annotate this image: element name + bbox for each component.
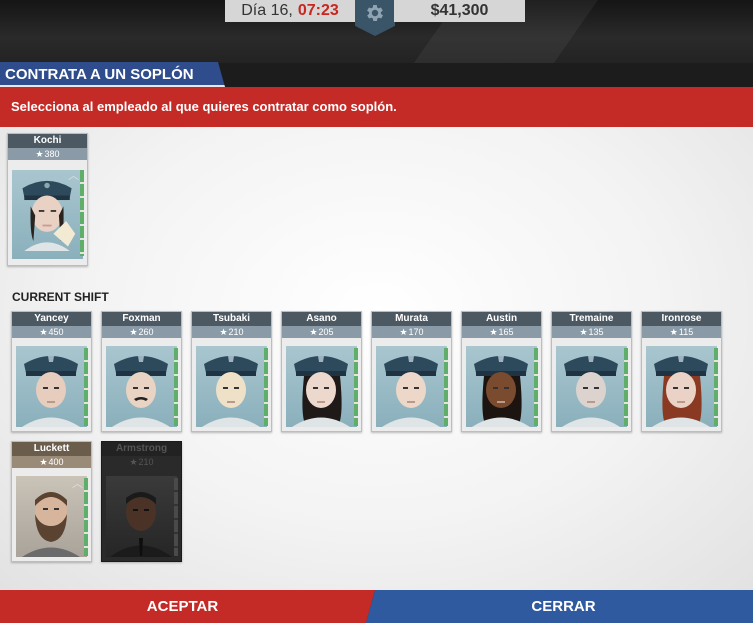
officer-stat-bar bbox=[354, 348, 358, 426]
officer-score: ★205 bbox=[282, 326, 361, 338]
officer-portrait bbox=[106, 346, 177, 427]
officer-card-tremaine[interactable]: Tremaine ★135 bbox=[551, 311, 632, 432]
officer-name: Luckett bbox=[12, 442, 91, 456]
officer-portrait bbox=[286, 346, 357, 427]
officer-avatar-icon bbox=[382, 356, 440, 427]
officer-stat-bar bbox=[174, 348, 178, 426]
officer-stat-bar bbox=[534, 348, 538, 426]
star-icon: ★ bbox=[489, 327, 498, 337]
officer-name: Kochi bbox=[8, 134, 87, 148]
officer-stat-bar bbox=[444, 348, 448, 426]
star-icon: ★ bbox=[39, 457, 48, 467]
star-icon: ★ bbox=[219, 327, 228, 337]
time-label: 07:23 bbox=[297, 2, 339, 19]
officer-stat-bar bbox=[264, 348, 268, 426]
officer-score: ★170 bbox=[372, 326, 451, 338]
officer-score: ★380 bbox=[8, 148, 87, 160]
officer-name: Tremaine bbox=[552, 312, 631, 326]
date-display: Día 16, 07:23 bbox=[225, 0, 355, 22]
officer-card-asano[interactable]: Asano ★205 bbox=[281, 311, 362, 432]
money-display: $41,300 bbox=[394, 0, 525, 22]
officer-score: ★400 bbox=[12, 456, 91, 468]
officer-stat-bar bbox=[80, 170, 84, 256]
officer-name: Ironrose bbox=[642, 312, 721, 326]
officer-score: ★210 bbox=[192, 326, 271, 338]
officer-score: ★135 bbox=[552, 326, 631, 338]
officer-name: Foxman bbox=[102, 312, 181, 326]
officer-card-austin[interactable]: Austin ★165 bbox=[461, 311, 542, 432]
officer-name: Asano bbox=[282, 312, 361, 326]
officer-score: ★115 bbox=[642, 326, 721, 338]
close-button[interactable]: CERRAR bbox=[366, 590, 753, 623]
officer-card-armstrong: Armstrong ★210 bbox=[101, 441, 182, 562]
officer-card-yancey[interactable]: Yancey ★450 bbox=[11, 311, 92, 432]
officer-card-ironrose[interactable]: Ironrose ★115 bbox=[641, 311, 722, 432]
selected-officer-card[interactable]: Kochi ★380 ︿ bbox=[7, 133, 88, 266]
officer-avatar-icon bbox=[562, 356, 620, 427]
officer-name: Austin bbox=[462, 312, 541, 326]
officer-avatar-icon bbox=[202, 356, 260, 427]
star-icon: ★ bbox=[399, 327, 408, 337]
star-icon: ★ bbox=[129, 457, 138, 467]
officer-portrait bbox=[16, 346, 87, 427]
officer-portrait bbox=[376, 346, 447, 427]
officer-stat-bar bbox=[84, 348, 88, 426]
star-icon: ★ bbox=[129, 327, 138, 337]
officer-card-tsubaki[interactable]: Tsubaki ★210 bbox=[191, 311, 272, 432]
officer-card-murata[interactable]: Murata ★170 bbox=[371, 311, 452, 432]
officer-avatar-icon bbox=[652, 356, 710, 427]
dialog-title: CONTRATA A UN SOPLÓN bbox=[0, 62, 225, 87]
officer-avatar-icon bbox=[22, 356, 80, 427]
officer-stat-bar bbox=[624, 348, 628, 426]
officer-score: ★450 bbox=[12, 326, 91, 338]
officer-name: Murata bbox=[372, 312, 451, 326]
chevron-up-icon: ︿ bbox=[68, 170, 79, 182]
officer-portrait bbox=[466, 346, 537, 427]
star-icon: ★ bbox=[39, 327, 48, 337]
officer-portrait bbox=[646, 346, 717, 427]
officer-avatar-icon bbox=[22, 180, 76, 251]
officer-name: Armstrong bbox=[102, 442, 181, 456]
star-icon: ★ bbox=[309, 327, 318, 337]
star-icon: ★ bbox=[579, 327, 588, 337]
officer-avatar-icon bbox=[112, 356, 170, 427]
officer-name: Yancey bbox=[12, 312, 91, 326]
officer-stat-bar bbox=[714, 348, 718, 426]
officer-score: ★260 bbox=[102, 326, 181, 338]
officer-portrait bbox=[196, 346, 267, 427]
accept-button[interactable]: ACEPTAR bbox=[0, 590, 375, 623]
officer-card-foxman[interactable]: Foxman ★260 bbox=[101, 311, 182, 432]
officer-portrait bbox=[556, 346, 627, 427]
star-icon: ★ bbox=[669, 327, 678, 337]
officer-stat-bar bbox=[174, 478, 178, 556]
officer-portrait bbox=[106, 476, 177, 557]
officer-name: Tsubaki bbox=[192, 312, 271, 326]
officer-portrait bbox=[12, 170, 83, 259]
day-label: Día 16, bbox=[241, 2, 293, 19]
dialog-subtitle: Selecciona al empleado al que quieres co… bbox=[0, 87, 753, 127]
officer-avatar-icon bbox=[292, 356, 350, 427]
officer-stat-bar bbox=[84, 478, 88, 556]
officer-avatar-icon bbox=[472, 356, 530, 427]
star-icon: ★ bbox=[35, 149, 44, 159]
current-shift-label: CURRENT SHIFT bbox=[12, 290, 109, 304]
officer-score: ★165 bbox=[462, 326, 541, 338]
gear-icon bbox=[367, 5, 383, 21]
officer-card-luckett[interactable]: Luckett ★400 ︿ bbox=[11, 441, 92, 562]
man-avatar-icon bbox=[110, 492, 172, 557]
chevron-up-icon: ︿ bbox=[72, 478, 83, 490]
officer-score: ★210 bbox=[102, 456, 181, 468]
